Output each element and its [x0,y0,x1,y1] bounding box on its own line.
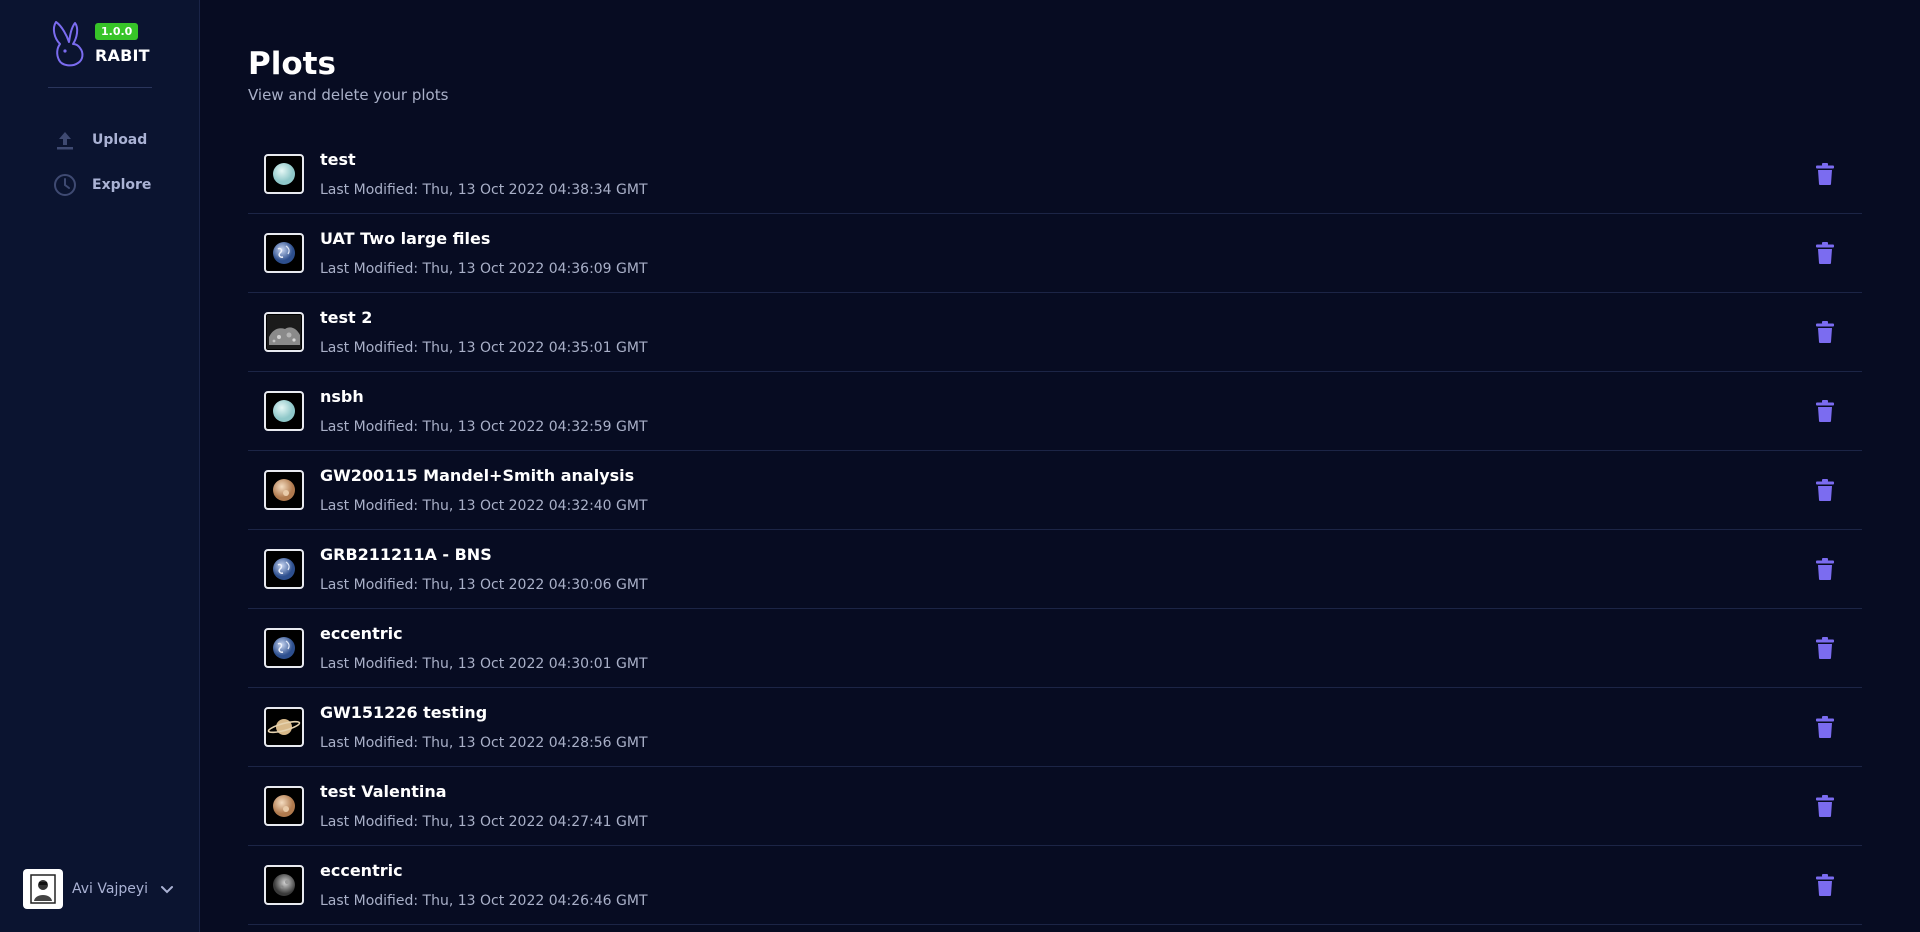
app: 1.0.0 RABIT Upload Explore Avi Vajpeyi P… [0,0,1920,932]
sidebar-item-upload[interactable]: Upload [52,124,192,156]
plot-row[interactable]: test Valentina Last Modified: Thu, 13 Oct… [248,767,1862,846]
main-content: Plots View and delete your plots test Las… [248,0,1862,932]
plot-title[interactable]: test [320,150,356,169]
plot-row[interactable]: test 2 Last Modified: Thu, 13 Oct 2022 04… [248,293,1862,372]
plot-last-modified: Last Modified: Thu, 13 Oct 2022 04:36:09… [320,261,648,277]
plot-title[interactable]: eccentric [320,861,403,880]
sidebar-item-explore[interactable]: Explore [52,169,192,201]
sidebar-item-label: Upload [92,132,148,148]
plot-title[interactable]: eccentric [320,624,403,643]
avatar [23,869,63,909]
page-title: Plots [248,46,336,82]
plot-row[interactable]: nsbh Last Modified: Thu, 13 Oct 2022 04:3… [248,372,1862,451]
sidebar-item-label: Explore [92,177,152,193]
plot-title[interactable]: GW200115 Mandel+Smith analysis [320,466,634,485]
page-subtitle: View and delete your plots [248,86,449,104]
plot-last-modified: Last Modified: Thu, 13 Oct 2022 04:38:34… [320,182,648,198]
plot-thumbnail [264,628,304,668]
plot-thumbnail [264,312,304,352]
trash-icon[interactable] [1814,872,1836,898]
plot-title[interactable]: UAT Two large files [320,229,490,248]
plot-last-modified: Last Modified: Thu, 13 Oct 2022 04:32:40… [320,498,648,514]
plot-thumbnail [264,154,304,194]
plot-title[interactable]: GRB211211A - BNS [320,545,492,564]
user-menu[interactable]: Avi Vajpeyi [23,869,183,909]
plot-row[interactable]: UAT Two large files Last Modified: Thu, 1… [248,214,1862,293]
upload-icon [52,127,78,153]
chevron-down-icon[interactable] [160,880,174,899]
brand[interactable]: 1.0.0 RABIT [48,20,158,70]
trash-icon[interactable] [1814,240,1836,266]
clock-icon [52,172,78,198]
plot-row[interactable]: test Last Modified: Thu, 13 Oct 2022 04:3… [248,135,1862,214]
plot-row[interactable]: GRB211211A - BNS Last Modified: Thu, 13 O… [248,530,1862,609]
trash-icon[interactable] [1814,319,1836,345]
trash-icon[interactable] [1814,556,1836,582]
trash-icon[interactable] [1814,161,1836,187]
avatar-portrait-icon [25,871,61,907]
trash-icon[interactable] [1814,477,1836,503]
plot-row[interactable]: GW200115 Mandel+Smith analysis Last Modif… [248,451,1862,530]
plot-last-modified: Last Modified: Thu, 13 Oct 2022 04:27:41… [320,814,648,830]
plot-title[interactable]: GW151226 testing [320,703,487,722]
plot-thumbnail [264,391,304,431]
sidebar-divider [48,87,152,88]
plot-thumbnail [264,865,304,905]
plot-row[interactable]: eccentric Last Modified: Thu, 13 Oct 2022… [248,609,1862,688]
sidebar-nav: Upload Explore [52,124,192,214]
trash-icon[interactable] [1814,793,1836,819]
plot-last-modified: Last Modified: Thu, 13 Oct 2022 04:30:06… [320,577,648,593]
plot-last-modified: Last Modified: Thu, 13 Oct 2022 04:35:01… [320,340,648,356]
version-badge: 1.0.0 [95,23,139,40]
plot-last-modified: Last Modified: Thu, 13 Oct 2022 04:26:46… [320,893,648,909]
plot-list: test Last Modified: Thu, 13 Oct 2022 04:3… [248,135,1862,925]
trash-icon[interactable] [1814,635,1836,661]
rabbit-logo-icon [52,21,84,67]
plot-last-modified: Last Modified: Thu, 13 Oct 2022 04:32:59… [320,419,648,435]
plot-title[interactable]: nsbh [320,387,364,406]
plot-thumbnail [264,786,304,826]
plot-title[interactable]: test 2 [320,308,372,327]
plot-thumbnail [264,233,304,273]
plot-row[interactable]: eccentric Last Modified: Thu, 13 Oct 2022… [248,846,1862,925]
plot-thumbnail [264,470,304,510]
plot-title[interactable]: test Valentina [320,782,447,801]
user-name: Avi Vajpeyi [72,881,149,897]
plot-last-modified: Last Modified: Thu, 13 Oct 2022 04:30:01… [320,656,648,672]
app-name: RABIT [95,46,150,65]
plot-thumbnail [264,707,304,747]
plot-thumbnail [264,549,304,589]
plot-row[interactable]: GW151226 testing Last Modified: Thu, 13 O… [248,688,1862,767]
trash-icon[interactable] [1814,714,1836,740]
sidebar: 1.0.0 RABIT Upload Explore Avi Vajpeyi [0,0,200,932]
plot-last-modified: Last Modified: Thu, 13 Oct 2022 04:28:56… [320,735,648,751]
trash-icon[interactable] [1814,398,1836,424]
